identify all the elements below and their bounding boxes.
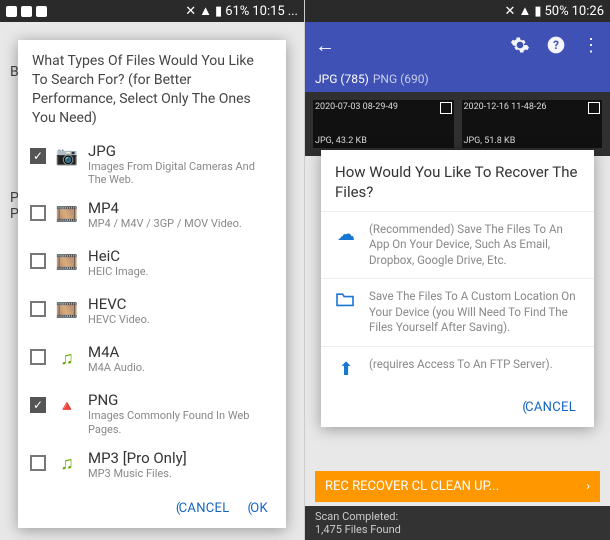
signal-icon: ▮ [534,4,541,19]
folder-icon [335,291,357,307]
ok-button[interactable]: OK [248,501,268,516]
file-type-name: HeiC [88,247,274,265]
recover-option-text: Save The Files To A Custom Location On Y… [369,289,580,336]
select-box-icon[interactable] [588,102,600,114]
battery-text: 61% [225,4,249,19]
file-type-desc: MP4 / M4V / 3GP / MOV Video. [88,217,274,231]
file-type-desc: MP3 Music Files. [88,467,274,481]
overflow-icon[interactable]: ⋮ [582,35,600,56]
recover-option-folder[interactable]: Save The Files To A Custom Location On Y… [321,278,594,346]
dialog-title: How Would You Like To Recover The Files? [321,150,594,211]
wifi-icon: ▲ [199,3,212,19]
reel-icon: 🎞️ [54,297,80,323]
cancel-button[interactable]: CANCEL [522,400,576,415]
phone-right: ✕ ▲ ▮ 50% 10:26 ← ? ⋮ JPG (785) PNG (690… [305,0,610,540]
reel-icon: 🎞️ [54,201,80,227]
svg-text:?: ? [553,38,559,52]
thumbnail[interactable]: 2020-12-16 11-48-26 JPG, 51.8 KB [462,100,603,148]
file-type-name: PNG [88,391,274,409]
battery-text: 50% [544,4,568,19]
file-type-name: JPG [88,142,274,160]
gear-icon[interactable] [510,35,530,55]
dialog-actions: CANCEL OK [18,491,286,528]
action-bar[interactable]: REC RECOVER CL CLEAN UP... › [315,471,600,502]
recover-dialog: How Would You Like To Recover The Files?… [321,150,594,427]
file-type-row-hevc[interactable]: 🎞️ HEVC HEVC Video. [18,289,286,337]
file-type-row-heic[interactable]: 🎞️ HeiC HEIC Image. [18,241,286,289]
app-toolbar: ← ? ⋮ [305,22,610,68]
upload-icon: ⬆ [335,359,357,380]
rec-icon [6,6,17,17]
file-type-row-png[interactable]: 🔺 PNG Images Commonly Found In Web Pages… [18,385,286,443]
music-icon: ♫ [54,345,80,371]
vibrate-icon: ✕ [185,4,196,19]
recover-option-ftp[interactable]: ⬆ (requires Access To An FTP Server). [321,346,594,390]
scan-status-line: Scan Completed: [315,510,600,523]
file-types-list[interactable]: 📷 JPG Images From Digital Cameras And Th… [18,136,286,491]
scan-status: Scan Completed: 1,475 Files Found [305,506,610,540]
select-box-icon[interactable] [440,102,452,114]
help-icon[interactable]: ? [546,35,566,55]
clock-text: 10:26 [572,4,604,19]
action-bar-text: REC RECOVER CL CLEAN UP... [325,479,499,494]
reel-icon: 🎞️ [54,249,80,275]
checkbox-mp3[interactable] [30,455,46,471]
clock-text: 10:15 [252,4,284,19]
status-bar-left: ✕ ▲ ▮ 61% 10:15 ... [0,0,304,22]
dialog-title: What Types Of Files Would You Like To Se… [18,40,286,136]
file-type-desc: Images Commonly Found In Web Pages. [88,409,274,437]
file-type-name: MP4 [88,199,274,217]
file-type-row-mp4[interactable]: 🎞️ MP4 MP4 / M4V / 3GP / MOV Video. [18,193,286,241]
checkbox-heic[interactable] [30,253,46,269]
checkbox-jpg[interactable] [30,148,46,164]
dialog-actions: CANCEL [321,390,594,427]
back-icon[interactable]: ← [315,33,335,58]
video-icon [21,6,32,17]
file-type-desc: HEVC Video. [88,313,274,327]
app-icon [36,6,47,17]
music-icon: ♫ [54,451,80,477]
file-type-name: M4A [88,343,274,361]
recover-option-text: (Recommended) Save The Files To An App O… [369,222,580,269]
thumbnail-row: 2020-07-03 08-29-49 JPG, 43.2 KB 2020-12… [305,92,610,156]
file-type-desc: M4A Audio. [88,361,274,375]
overflow-dots: ... [288,4,298,19]
phone-left: ✕ ▲ ▮ 61% 10:15 ... B P P What Types Of … [0,0,305,540]
status-bar-right: ✕ ▲ ▮ 50% 10:26 [305,0,610,22]
cloud-icon: ☁ [335,224,357,245]
file-types-dialog: What Types Of Files Would You Like To Se… [18,40,286,528]
checkbox-m4a[interactable] [30,349,46,365]
recover-option-text: (requires Access To An FTP Server). [369,357,553,373]
scan-status-line: 1,475 Files Found [315,523,600,536]
cancel-button[interactable]: CANCEL [176,501,230,516]
file-type-row-m4a[interactable]: ♫ M4A M4A Audio. [18,337,286,385]
file-type-row-jpg[interactable]: 📷 JPG Images From Digital Cameras And Th… [18,136,286,194]
file-type-name: HEVC [88,295,274,313]
file-type-desc: HEIC Image. [88,265,274,279]
logo-icon: 🔺 [54,393,80,419]
checkbox-png[interactable] [30,397,46,413]
format-tabs: JPG (785) PNG (690) [305,68,610,92]
wifi-icon: ▲ [518,3,531,19]
signal-icon: ▮ [215,4,222,19]
checkbox-mp4[interactable] [30,205,46,221]
thumb-timestamp: 2020-07-03 08-29-49 [315,102,452,112]
thumb-meta: JPG, 43.2 KB [315,136,367,146]
recover-option-app[interactable]: ☁ (Recommended) Save The Files To An App… [321,211,594,279]
file-type-row-mp3[interactable]: ♫ MP3 [Pro Only] MP3 Music Files. [18,443,286,491]
camera-icon: 📷 [54,144,80,170]
vibrate-icon: ✕ [505,4,516,19]
thumbnail[interactable]: 2020-07-03 08-29-49 JPG, 43.2 KB [313,100,454,148]
thumb-meta: JPG, 51.8 KB [464,136,516,146]
tab-jpg[interactable]: JPG (785) [315,72,369,86]
tab-png[interactable]: PNG (690) [373,72,429,86]
file-type-name: MP3 [Pro Only] [88,449,274,467]
checkbox-hevc[interactable] [30,301,46,317]
file-type-desc: Images From Digital Cameras And The Web. [88,160,274,188]
thumb-timestamp: 2020-12-16 11-48-26 [464,102,601,112]
chevron-right-icon: › [586,479,590,494]
